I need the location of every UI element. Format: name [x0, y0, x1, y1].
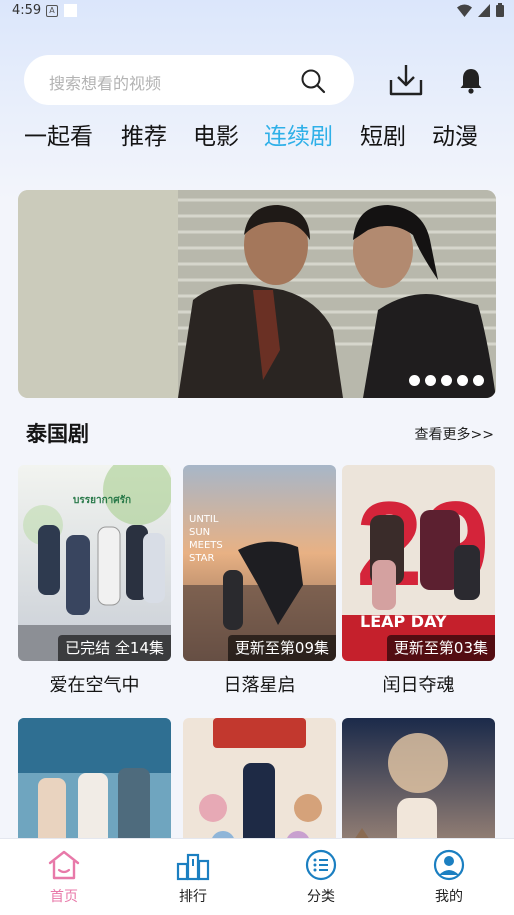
notification-square-icon	[64, 4, 77, 17]
poster-art	[183, 718, 336, 858]
category-icon	[305, 849, 337, 881]
poster-image: บรรยากาศรัก 已完结 全14集	[18, 465, 171, 661]
drama-card[interactable]: UNTIL SUN MEETS STAR 更新至第09集 日落星启	[183, 465, 336, 697]
poster-image	[342, 718, 495, 858]
drama-title: 爱在空气中	[49, 675, 140, 696]
status-time: 4:59	[12, 3, 42, 18]
nav-profile-label: 我的	[435, 889, 463, 905]
drama-card[interactable]: บรรยากาศรัก 已完结 全14集 爱在空气中	[18, 465, 171, 697]
poster-image	[18, 718, 171, 858]
drama-card[interactable]	[183, 718, 336, 858]
status-indicators	[457, 3, 504, 17]
episode-badge: 更新至第09集	[227, 635, 336, 661]
battery-icon	[496, 3, 504, 17]
wifi-icon	[457, 4, 472, 17]
poster-image: UNTIL SUN MEETS STAR 更新至第09集	[183, 465, 336, 661]
nav-home[interactable]: 首页	[24, 849, 104, 906]
poster-caption: UNTIL SUN MEETS STAR	[189, 514, 223, 564]
section-title: 泰国剧	[26, 422, 89, 446]
drama-title: 闰日夺魂	[382, 675, 455, 696]
tab-short-drama[interactable]: 短剧	[360, 117, 406, 151]
banner-carousel-dots[interactable]	[409, 375, 484, 386]
episode-badge: 已完结 全14集	[58, 635, 171, 661]
nav-ranking-label: 排行	[179, 889, 207, 905]
see-more-link[interactable]: 查看更多>>	[415, 424, 494, 444]
signal-icon	[478, 3, 490, 17]
carousel-dot[interactable]	[409, 375, 420, 386]
banner-image	[18, 190, 496, 398]
bottom-navigation: 首页 排行 分类 我的	[0, 838, 514, 915]
profile-icon	[433, 849, 465, 881]
carousel-dot[interactable]	[473, 375, 484, 386]
notification-bell-icon[interactable]	[457, 66, 485, 94]
carousel-dot[interactable]	[425, 375, 436, 386]
tab-movies[interactable]: 电影	[193, 117, 239, 151]
poster-art	[18, 718, 171, 858]
carousel-dot[interactable]	[441, 375, 452, 386]
poster-caption: บรรยากาศรัก	[73, 495, 132, 506]
poster-art: 29	[342, 465, 495, 661]
search-input[interactable]: 搜索想看的视频	[24, 55, 354, 105]
ranking-icon	[176, 853, 210, 881]
drama-card[interactable]	[18, 718, 171, 858]
nav-profile[interactable]: 我的	[409, 849, 489, 906]
poster-image: 29 LEAP DAY 更新至第03集	[342, 465, 495, 661]
tab-watch-together[interactable]: 一起看	[24, 117, 93, 151]
featured-banner[interactable]	[18, 190, 496, 398]
search-icon[interactable]	[300, 68, 326, 94]
download-icon[interactable]	[388, 62, 424, 98]
notification-a-icon: A	[46, 5, 58, 17]
drama-title: 日落星启	[223, 675, 296, 696]
poster-image	[183, 718, 336, 858]
tab-tv-series[interactable]: 连续剧	[264, 117, 333, 151]
tab-anime[interactable]: 动漫	[432, 117, 478, 151]
nav-home-label: 首页	[50, 889, 78, 905]
search-placeholder: 搜索想看的视频	[49, 74, 162, 93]
poster-art	[342, 718, 495, 858]
nav-ranking[interactable]: 排行	[153, 849, 233, 906]
drama-card[interactable]	[342, 718, 495, 858]
poster-caption: LEAP DAY	[360, 612, 447, 631]
carousel-dot[interactable]	[457, 375, 468, 386]
drama-card[interactable]: 29 LEAP DAY 更新至第03集 闰日夺魂	[342, 465, 495, 697]
category-tabs: 一起看 推荐 电影 连续剧 短剧 动漫	[0, 117, 514, 157]
tab-recommend[interactable]: 推荐	[121, 117, 167, 151]
home-icon	[48, 850, 80, 880]
nav-category[interactable]: 分类	[281, 849, 361, 906]
nav-category-label: 分类	[307, 889, 335, 905]
episode-badge: 更新至第03集	[386, 635, 495, 661]
status-bar: 4:59 A	[0, 0, 514, 24]
